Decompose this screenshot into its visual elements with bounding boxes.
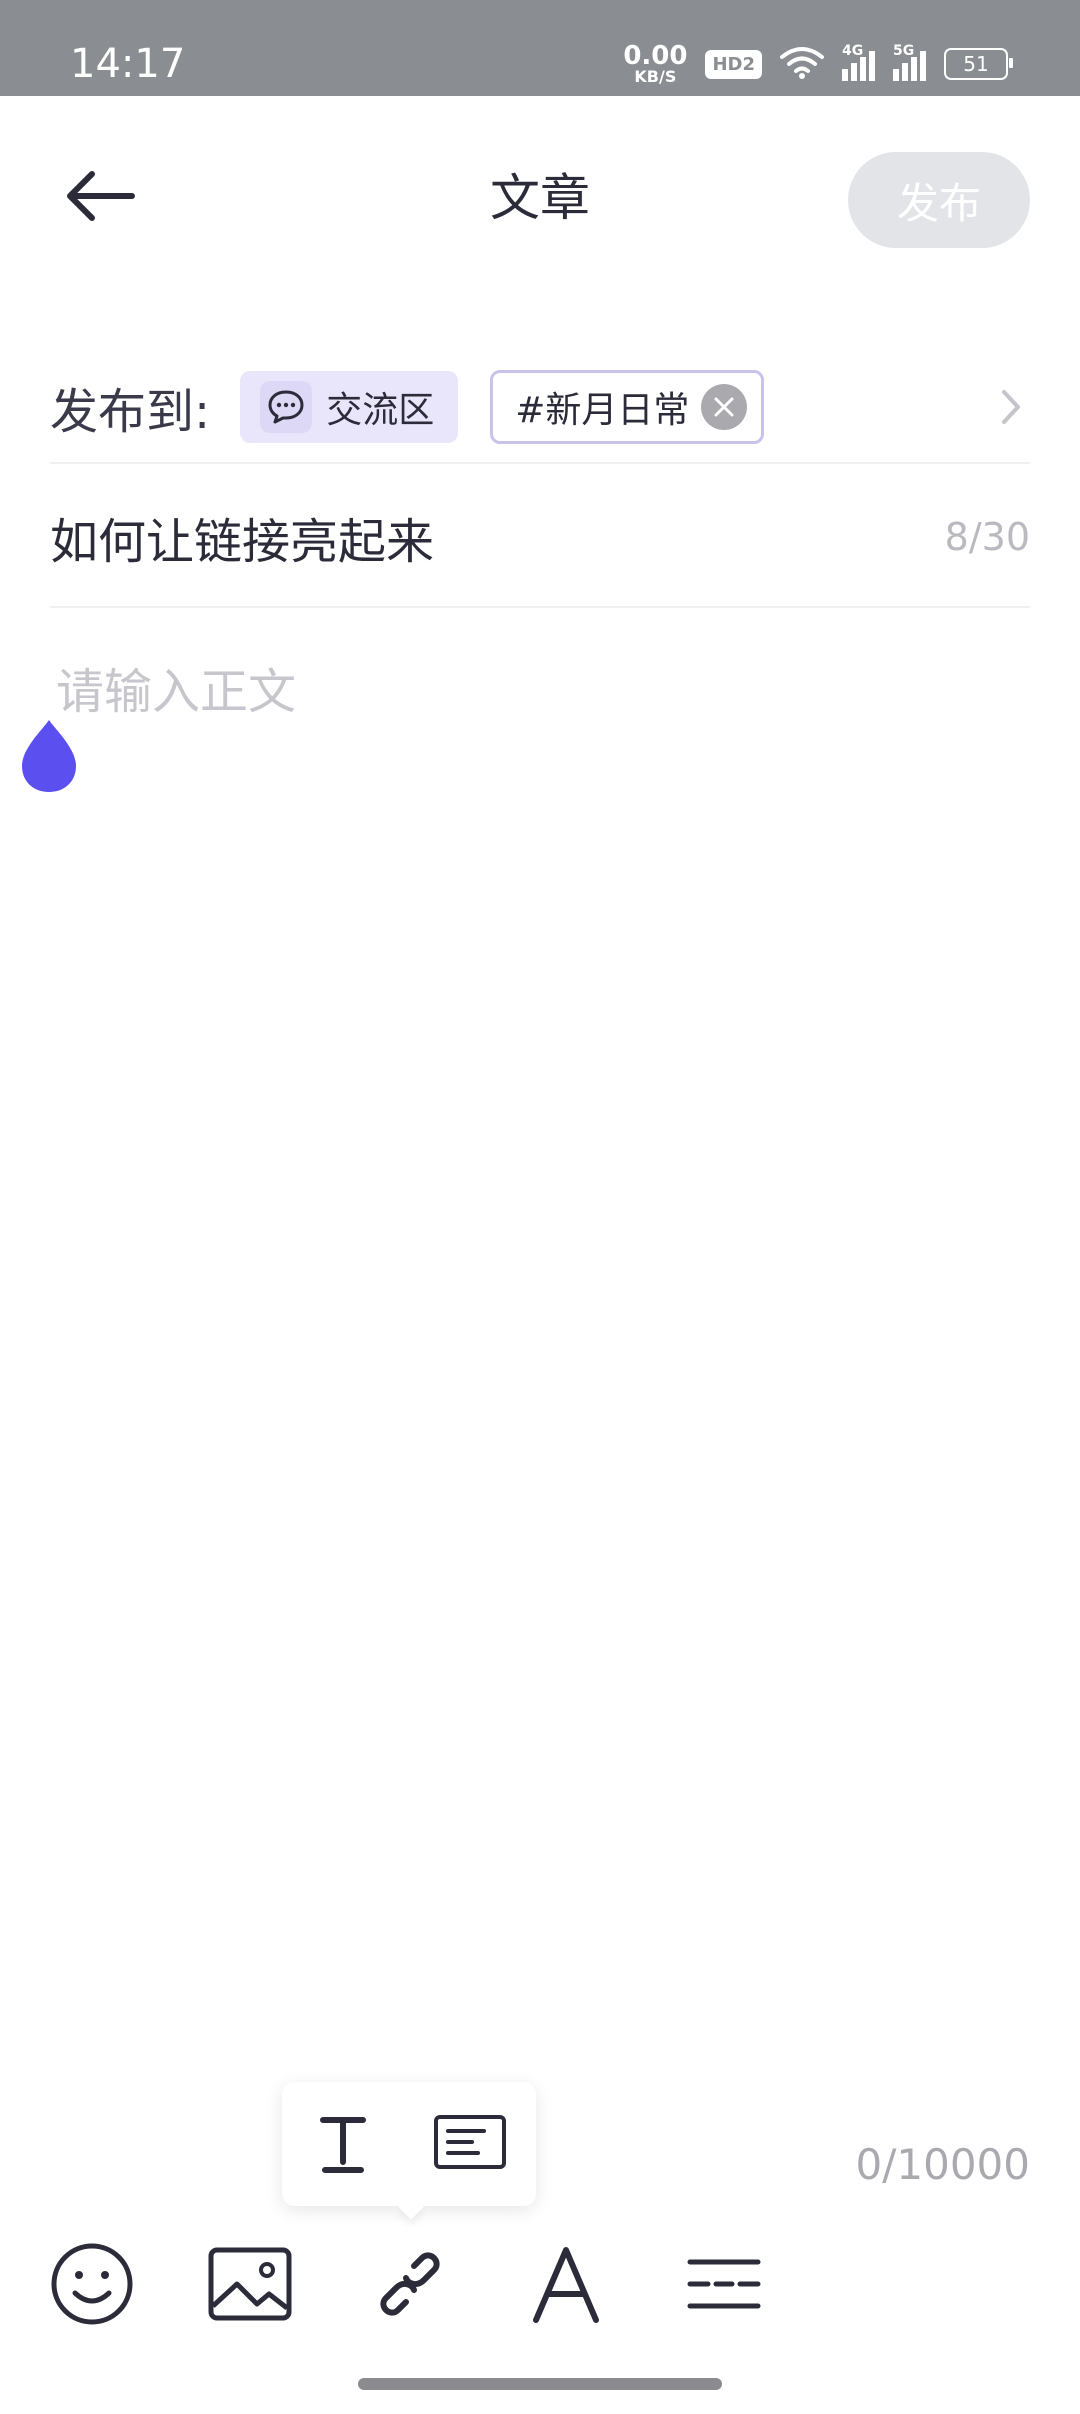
chat-bubble-icon xyxy=(260,381,313,433)
cursor-handle-icon[interactable] xyxy=(18,716,80,796)
status-icons: 0.00 KB/S HD2 4G 5G 51 xyxy=(623,36,1013,92)
topic-chip-label: #新月日常 xyxy=(515,390,690,431)
text-t-icon[interactable] xyxy=(311,2110,375,2178)
font-a-icon xyxy=(530,2244,602,2328)
chevron-right-icon[interactable] xyxy=(990,382,1030,432)
title-row[interactable]: 如何让链接亮起来 8/30 xyxy=(50,492,1030,582)
link-button[interactable] xyxy=(360,2236,460,2336)
divider xyxy=(50,462,1030,464)
wifi-icon xyxy=(780,45,824,83)
signal-4g-label: 4G xyxy=(842,43,864,59)
close-icon[interactable] xyxy=(701,384,748,430)
font-button[interactable] xyxy=(516,2236,616,2336)
signal-5g-label: 5G xyxy=(893,43,915,59)
battery-level: 51 xyxy=(963,52,989,76)
publish-to-row: 发布到: 交流区 #新月日常 xyxy=(50,352,1030,462)
divider xyxy=(50,606,1030,608)
body-char-count: 0/10000 xyxy=(855,2140,1030,2189)
community-chip[interactable]: 交流区 xyxy=(240,371,459,443)
paragraph-card-icon[interactable] xyxy=(432,2113,508,2175)
home-indicator[interactable] xyxy=(358,2378,722,2390)
top-app-bar: 文章 发布 xyxy=(0,96,1080,306)
image-button[interactable] xyxy=(200,2236,300,2336)
signal-4g-icon: 4G xyxy=(842,43,875,81)
smiley-icon xyxy=(49,2241,135,2331)
net-speed-value: 0.00 xyxy=(623,41,688,71)
net-speed-unit: KB/S xyxy=(634,67,677,86)
divider-button[interactable] xyxy=(674,2236,774,2336)
divider-lines-icon xyxy=(686,2254,762,2318)
bottom-toolbar xyxy=(0,2226,1080,2346)
title-char-count: 8/30 xyxy=(944,515,1030,559)
community-chip-label: 交流区 xyxy=(326,390,435,431)
image-icon xyxy=(207,2246,293,2326)
link-icon xyxy=(370,2244,450,2328)
article-title-input[interactable]: 如何让链接亮起来 xyxy=(50,502,434,572)
topic-chip[interactable]: #新月日常 xyxy=(490,370,765,444)
publish-to-label: 发布到: xyxy=(50,384,211,440)
status-time: 14:17 xyxy=(70,41,186,87)
signal-5g-icon: 5G xyxy=(893,43,926,81)
article-body-input[interactable]: 请输入正文 xyxy=(56,652,296,722)
emoji-button[interactable] xyxy=(42,2236,142,2336)
net-speed: 0.00 KB/S xyxy=(623,43,687,85)
format-popup xyxy=(282,2082,536,2206)
hd-badge: HD2 xyxy=(705,49,762,79)
publish-button[interactable]: 发布 xyxy=(848,152,1030,248)
status-bar: 14:17 0.00 KB/S HD2 4G 5G 51 xyxy=(0,0,1080,96)
battery-icon: 51 xyxy=(944,48,1013,80)
